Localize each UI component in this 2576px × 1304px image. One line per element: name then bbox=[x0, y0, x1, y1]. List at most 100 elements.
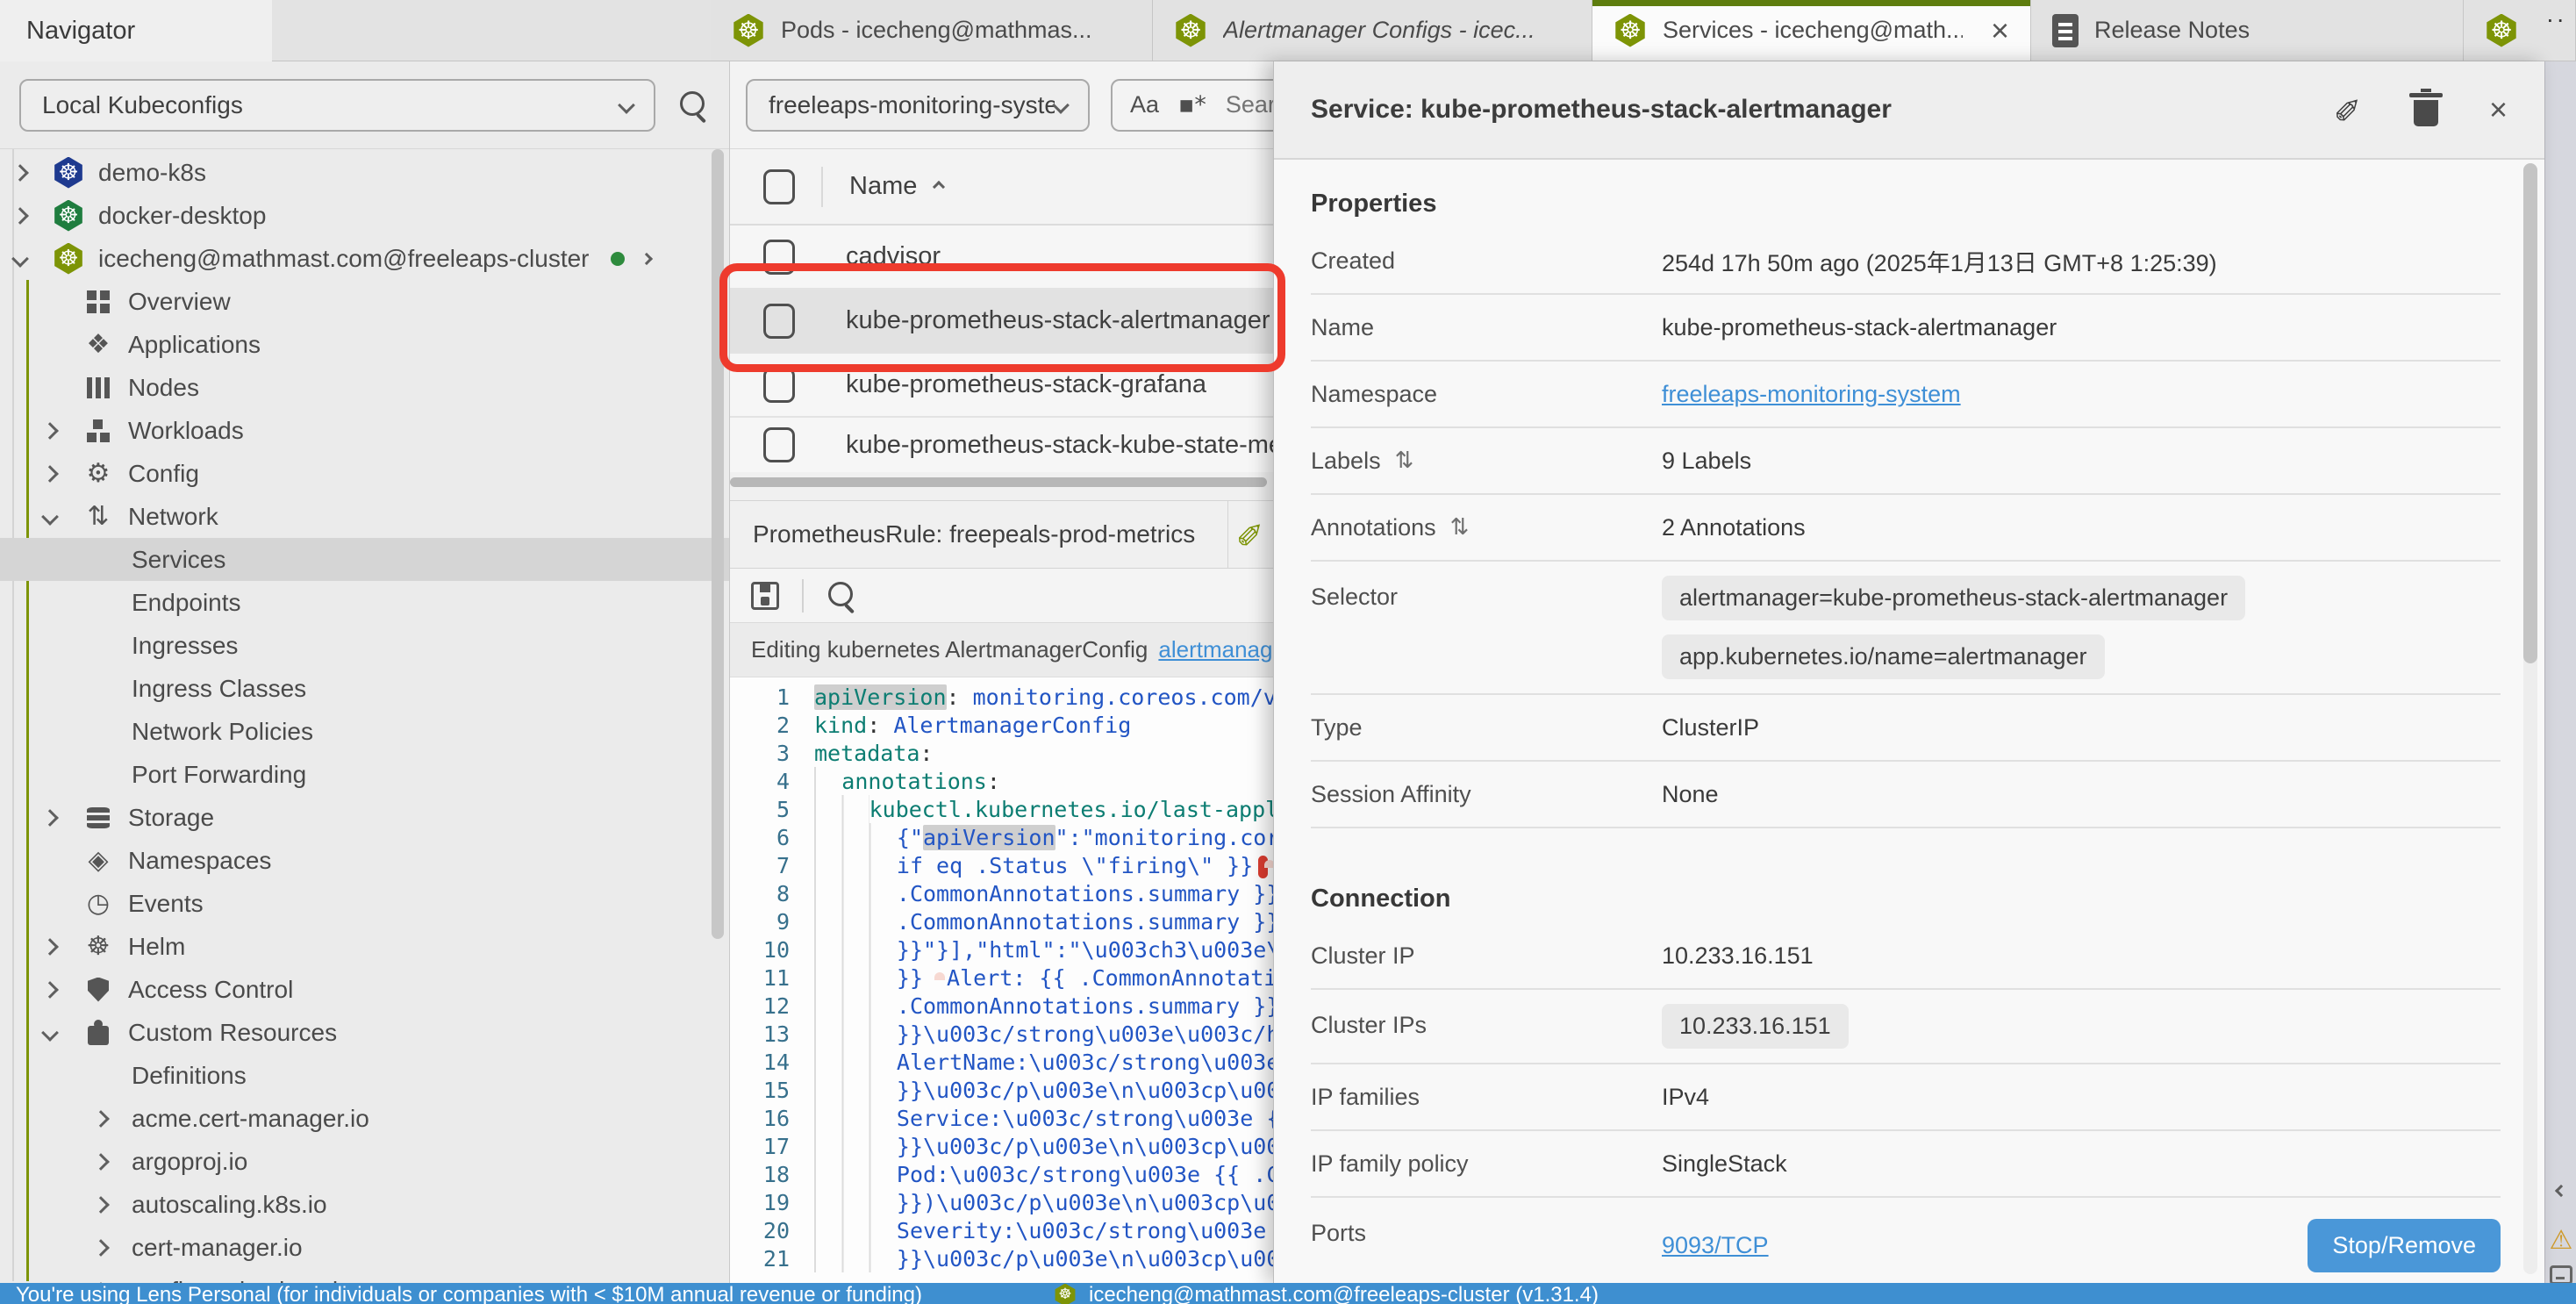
chevron-right-icon[interactable] bbox=[41, 809, 59, 827]
namespace-select-value: freeleaps-monitoring-system bbox=[769, 91, 1055, 119]
chevron-right-icon[interactable] bbox=[11, 164, 29, 182]
property-label: Labels⇅ bbox=[1311, 448, 1662, 475]
sidebar-item-config[interactable]: ⚙Config bbox=[0, 452, 729, 495]
sort-toggle-icon[interactable]: ⇅ bbox=[1395, 448, 1414, 474]
chevron-slot bbox=[44, 984, 81, 996]
sidebar-item-network-policies[interactable]: Network Policies bbox=[0, 710, 729, 753]
regex-icon[interactable]: ▪* bbox=[1178, 91, 1206, 118]
close-drawer-button[interactable]: × bbox=[2489, 94, 2508, 125]
sidebar-item-services[interactable]: Services bbox=[0, 538, 729, 581]
delete-service-button[interactable] bbox=[2414, 93, 2438, 126]
port-link-9093-tcp[interactable]: 9093/TCP bbox=[1662, 1232, 2308, 1259]
collapse-panel-button[interactable] bbox=[2545, 1186, 2576, 1195]
chevron-down-icon[interactable] bbox=[11, 250, 29, 268]
sidebar-item-nodes[interactable]: Nodes bbox=[0, 366, 729, 409]
warning-icon: ⚠ bbox=[2550, 1225, 2573, 1256]
tab-services-icecheng-math[interactable]: ☸Services - icecheng@math...× bbox=[1592, 0, 2031, 61]
table-row-kube-prometheus-stack-kube-state-metrics[interactable]: kube-prometheus-stack-kube-state-metrics bbox=[730, 418, 1273, 472]
sidebar-item-cert-manager-io[interactable]: cert-manager.io bbox=[0, 1226, 729, 1269]
header-divider bbox=[821, 167, 823, 207]
sidebar-item-endpoints[interactable]: Endpoints bbox=[0, 581, 729, 624]
tab-overflow-dots[interactable]: .. bbox=[2546, 0, 2567, 28]
sidebar-item-overview[interactable]: Overview bbox=[0, 280, 729, 323]
breadcrumb-resource-link[interactable]: alertmanager bbox=[1158, 636, 1273, 663]
sidebar-item-storage[interactable]: Storage bbox=[0, 796, 729, 839]
sidebar-item-access-control[interactable]: Access Control bbox=[0, 968, 729, 1011]
sidebar-item-configuration-konghq-com[interactable]: configuration.konghq.com bbox=[0, 1269, 729, 1283]
namespace-link[interactable]: freeleaps-monitoring-system bbox=[1662, 381, 1961, 407]
namespace-select[interactable]: freeleaps-monitoring-system bbox=[746, 79, 1090, 132]
list-search-box[interactable]: Aa ▪* bbox=[1111, 79, 1273, 132]
sidebar-item-events[interactable]: ◷Events bbox=[0, 882, 729, 925]
drawer-scrollbar[interactable] bbox=[2523, 163, 2537, 1274]
warning-indicator[interactable]: ⚠ bbox=[2545, 1225, 2576, 1256]
chevron-right-icon[interactable] bbox=[11, 207, 29, 225]
tab-release-notes[interactable]: Release Notes bbox=[2031, 0, 2464, 61]
name-column-header[interactable]: Name bbox=[849, 172, 943, 201]
row-checkbox[interactable] bbox=[763, 368, 795, 403]
close-tab-icon[interactable]: × bbox=[1991, 15, 2009, 47]
edit-service-button[interactable]: ✎ bbox=[2335, 93, 2363, 126]
sidebar-item-network[interactable]: ⇅Network bbox=[0, 495, 729, 538]
chevron-down-icon[interactable] bbox=[41, 1024, 59, 1042]
chevron-right-icon[interactable] bbox=[41, 465, 59, 483]
sidebar-item-argoproj-io[interactable]: argoproj.io bbox=[0, 1140, 729, 1183]
line-number: 15 bbox=[730, 1078, 814, 1103]
status-bar: You're using Lens Personal (for individu… bbox=[0, 1283, 2576, 1304]
chevron-right-icon[interactable] bbox=[92, 1196, 110, 1214]
chevron-right-icon[interactable] bbox=[92, 1239, 110, 1257]
navigator-panel-tab[interactable]: Navigator bbox=[0, 0, 272, 61]
stop-remove-button[interactable]: Stop/Remove bbox=[2308, 1219, 2501, 1272]
chevron-right-icon[interactable] bbox=[41, 938, 59, 956]
helm-wheel-glyph: ☸ bbox=[1179, 18, 1201, 43]
terminal-indicator[interactable] bbox=[2545, 1265, 2576, 1285]
chevron-right-icon[interactable] bbox=[640, 252, 652, 264]
yaml-editor[interactable]: 1apiVersion: monitoring.coreos.com/v12ki… bbox=[730, 677, 1273, 1283]
sidebar-item-icecheng-mathmast-com-freeleaps-cluster[interactable]: ☸icecheng@mathmast.com@freeleaps-cluster bbox=[0, 237, 729, 280]
kubeconfig-select[interactable]: Local Kubeconfigs bbox=[19, 79, 655, 132]
sidebar-item-namespaces[interactable]: ◈Namespaces bbox=[0, 839, 729, 882]
horizontal-scrollbar-thumb[interactable] bbox=[730, 477, 1267, 487]
port-row: 8080:reloader-web/TCPForward... bbox=[1662, 1279, 2501, 1281]
chevron-right-icon[interactable] bbox=[41, 422, 59, 440]
sidebar-item-autoscaling-k8s-io[interactable]: autoscaling.k8s.io bbox=[0, 1183, 729, 1226]
horizontal-scrollbar[interactable] bbox=[730, 472, 1273, 500]
sidebar-item-definitions[interactable]: Definitions bbox=[0, 1054, 729, 1097]
sidebar-item-docker-desktop[interactable]: ☸docker-desktop bbox=[0, 194, 729, 237]
sidebar-item-acme-cert-manager-io[interactable]: acme.cert-manager.io bbox=[0, 1097, 729, 1140]
search-icon[interactable] bbox=[678, 90, 710, 121]
match-case-icon[interactable]: Aa bbox=[1130, 91, 1159, 118]
chevron-down-icon[interactable] bbox=[41, 508, 59, 526]
sidebar-item-custom-resources[interactable]: Custom Resources bbox=[0, 1011, 729, 1054]
row-checkbox[interactable] bbox=[763, 427, 795, 462]
sidebar-item-workloads[interactable]: Workloads bbox=[0, 409, 729, 452]
tab-pods-icecheng-mathmas[interactable]: ☸Pods - icecheng@mathmas... bbox=[711, 0, 1153, 61]
chevron-right-icon[interactable] bbox=[41, 981, 59, 999]
sidebar-item-ingresses[interactable]: Ingresses bbox=[0, 624, 729, 667]
sidebar-item-helm[interactable]: ☸Helm bbox=[0, 925, 729, 968]
chevron-right-icon[interactable] bbox=[92, 1153, 110, 1171]
tab-alertmanager-configs-icec[interactable]: ☸Alertmanager Configs - icec... bbox=[1153, 0, 1592, 61]
editor-search-icon[interactable] bbox=[826, 580, 858, 612]
code-token: apiVersion bbox=[814, 684, 947, 710]
sort-toggle-icon[interactable]: ⇅ bbox=[1450, 514, 1470, 541]
active-cluster-status[interactable]: ☸ icecheng@mathmast.com@freeleaps-cluste… bbox=[1054, 1283, 1599, 1304]
sidebar-item-port-forwarding[interactable]: Port Forwarding bbox=[0, 753, 729, 796]
rule-edit-button[interactable]: ✎ bbox=[1227, 501, 1273, 568]
port-row: 9093/TCPStop/Remove bbox=[1662, 1212, 2501, 1279]
cluster-icon-wrap: ☸ bbox=[51, 243, 86, 275]
sidebar-item-ingress-classes[interactable]: Ingress Classes bbox=[0, 667, 729, 710]
sidebar-item-applications[interactable]: ❖Applications bbox=[0, 323, 729, 366]
drawer-header: Service: kube-prometheus-stack-alertmana… bbox=[1274, 61, 2544, 160]
save-icon[interactable] bbox=[751, 582, 779, 610]
sidebar-item-label: cert-manager.io bbox=[132, 1234, 303, 1262]
select-all-checkbox[interactable] bbox=[763, 169, 795, 204]
drawer-scrollbar-thumb[interactable] bbox=[2523, 163, 2537, 663]
sidebar-scrollbar[interactable] bbox=[712, 149, 724, 939]
search-input[interactable] bbox=[1226, 91, 1273, 118]
license-notice[interactable]: You're using Lens Personal (for individu… bbox=[16, 1283, 922, 1304]
sidebar-item-demo-k8s[interactable]: ☸demo-k8s bbox=[0, 151, 729, 194]
property-label: Cluster IPs bbox=[1311, 1004, 1662, 1046]
indent-guide bbox=[814, 879, 897, 907]
chevron-right-icon[interactable] bbox=[92, 1110, 110, 1128]
